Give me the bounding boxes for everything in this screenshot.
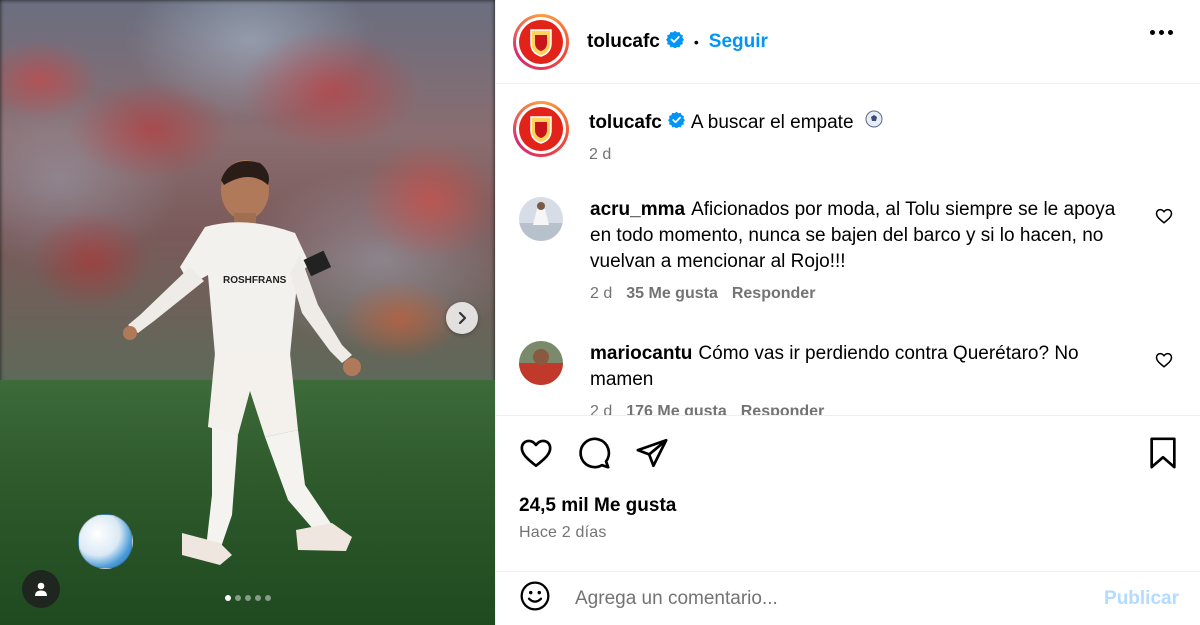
chevron-right-icon <box>458 311 467 325</box>
media-pagination <box>0 595 495 601</box>
post-caption: tolucafc A buscar el empate 2 d <box>513 101 883 164</box>
comment-input[interactable] <box>575 587 1055 610</box>
comment-item: mariocantu Cómo vas ir perdiendo contra Q… <box>519 341 1179 415</box>
post-actions: 24,5 mil Me gusta Hace 2 días <box>496 415 1200 570</box>
reply-button[interactable]: Responder <box>741 403 825 415</box>
bookmark-icon[interactable] <box>1148 436 1178 475</box>
commenter-avatar[interactable] <box>519 341 563 385</box>
comment-age[interactable]: 2 d <box>590 285 612 303</box>
comment-item: acru_mma Aficionados por moda, al Tolu si… <box>519 197 1179 303</box>
heart-icon[interactable] <box>1155 207 1173 230</box>
media-dot <box>234 595 241 601</box>
reply-button[interactable]: Responder <box>732 285 816 303</box>
tagged-users-button[interactable] <box>22 570 60 608</box>
follow-button[interactable]: Seguir <box>709 31 768 53</box>
media-dot <box>244 595 251 601</box>
caption-username[interactable]: tolucafc <box>589 112 662 133</box>
likes-count[interactable]: 24,5 mil Me gusta <box>519 495 676 517</box>
verified-badge-icon <box>667 110 685 136</box>
club-crest-icon <box>530 116 552 144</box>
caption-text: A buscar el empate <box>690 112 854 134</box>
comment-bubble-icon[interactable] <box>577 436 611 475</box>
publish-button[interactable]: Publicar <box>1104 588 1179 610</box>
soccer-ball-emoji <box>865 110 883 136</box>
emoji-icon[interactable] <box>519 580 551 617</box>
comment-likes[interactable]: 35 Me gusta <box>626 285 718 303</box>
post-details-panel: tolucafc • Seguir tolucafc A buscar el e… <box>495 0 1200 625</box>
comment-username[interactable]: acru_mma <box>590 199 685 220</box>
soccer-ball <box>78 514 133 569</box>
media-dot <box>254 595 261 601</box>
caption-age[interactable]: 2 d <box>589 146 611 164</box>
media-dot <box>224 595 231 601</box>
heart-icon[interactable] <box>1155 351 1173 374</box>
post-timestamp[interactable]: Hace 2 días <box>519 524 607 542</box>
comment-age[interactable]: 2 d <box>590 403 612 415</box>
club-crest-icon <box>530 28 552 57</box>
comment-composer: Publicar <box>496 571 1200 625</box>
commenter-avatar[interactable] <box>519 197 563 241</box>
share-paper-plane-icon[interactable] <box>635 436 669 475</box>
heart-icon[interactable] <box>519 436 553 475</box>
verified-badge-icon <box>665 30 684 53</box>
next-media-button[interactable] <box>446 302 478 334</box>
media-dot <box>264 595 271 601</box>
comment-username[interactable]: mariocantu <box>590 343 692 364</box>
comment-likes[interactable]: 176 Me gusta <box>626 403 726 415</box>
header-separator: • <box>693 33 699 50</box>
more-options-icon[interactable] <box>1150 30 1173 35</box>
author-username[interactable]: tolucafc <box>587 31 660 53</box>
author-avatar[interactable] <box>513 13 569 70</box>
player-image: ROSHFRANS <box>123 160 361 565</box>
post-header: tolucafc • Seguir <box>496 0 1200 84</box>
comments-list[interactable]: tolucafc A buscar el empate 2 d acru_mma <box>496 85 1200 415</box>
caption-author-avatar[interactable] <box>513 101 569 157</box>
svg-text:ROSHFRANS: ROSHFRANS <box>223 275 287 286</box>
post-media[interactable]: ROSHFRANS <box>0 0 495 625</box>
